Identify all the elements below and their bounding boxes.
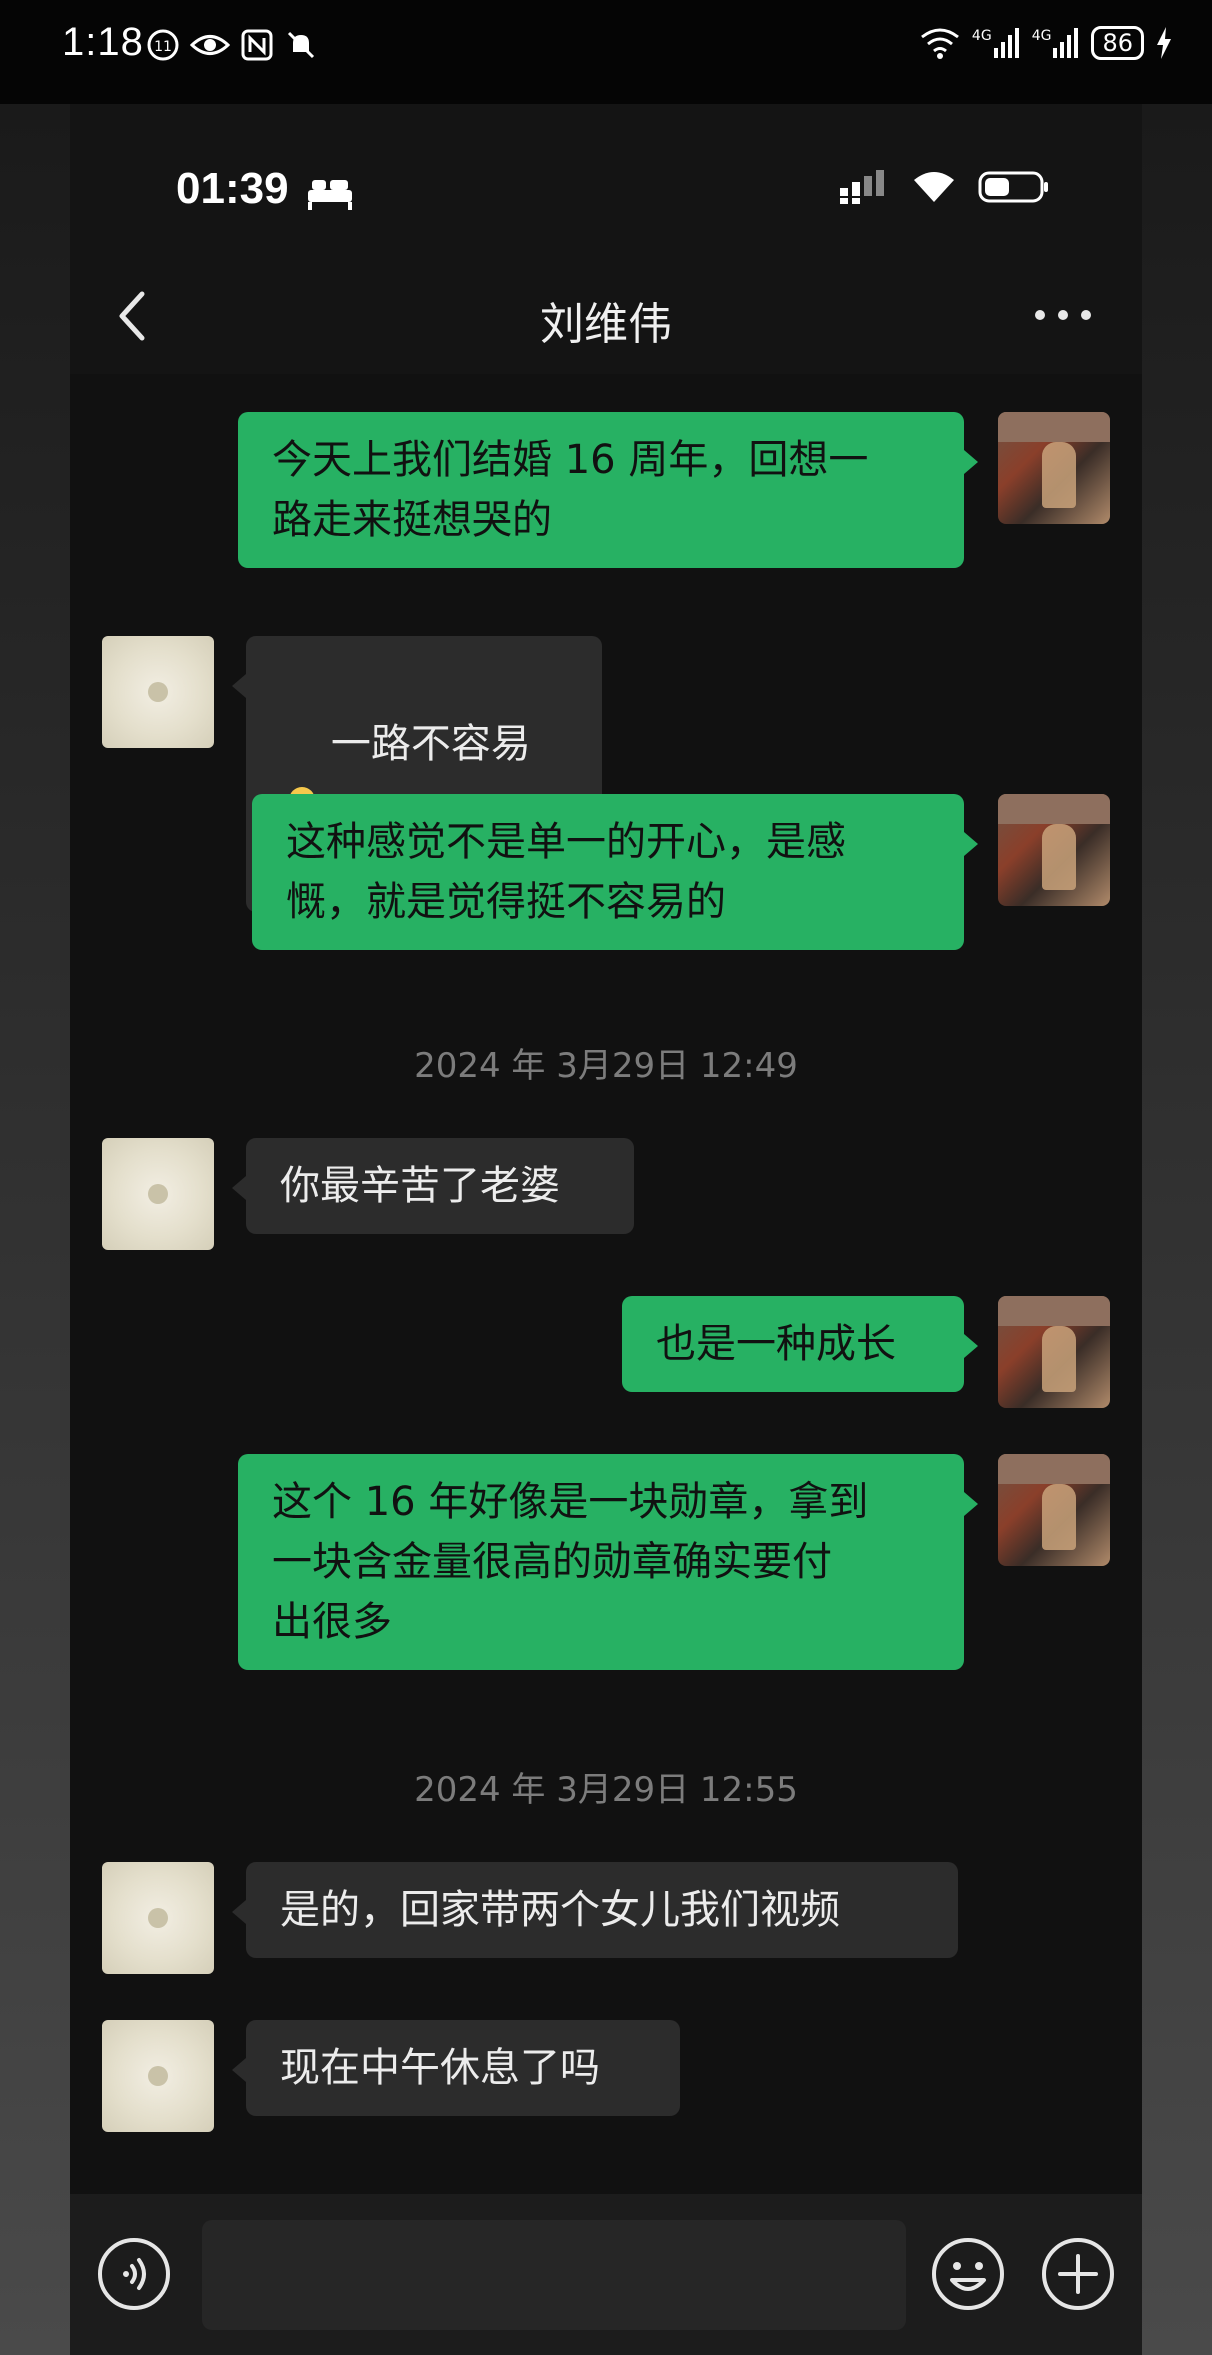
app-notification-icon: 11 [147, 29, 179, 61]
outgoing-message[interactable]: 也是一种成长 [622, 1296, 978, 1392]
notification-icons: 11 [146, 28, 318, 62]
system-indicators: 4G 4G 86 [920, 26, 1172, 60]
emoji-icon[interactable] [930, 2236, 1006, 2312]
signal-bars-icon [1053, 28, 1079, 58]
system-clock: 1:18 [62, 20, 144, 64]
network-type-1: 4G [971, 28, 992, 44]
system-status-bar: 1:18 11 4G 4G 86 [0, 0, 1212, 104]
outgoing-message[interactable]: 这个 16 年好像是一块勋章，拿到 一块含金量很高的勋章确实要付 出很多 [238, 1454, 978, 1670]
timestamp: 2024 年 3月29日 12:55 [414, 1770, 798, 1810]
battery-indicator: 86 [1091, 26, 1144, 60]
contact-avatar[interactable] [102, 2020, 214, 2132]
outgoing-message[interactable]: 今天上我们结婚 16 周年，回想一 路走来挺想哭的 [238, 412, 978, 568]
bed-icon [308, 180, 352, 210]
my-avatar[interactable] [998, 412, 1110, 524]
cell-signal-2: 4G [1032, 28, 1080, 58]
right-backdrop [1142, 104, 1212, 2355]
signal-dots-icon [840, 170, 884, 204]
mute-bell-icon [287, 31, 315, 59]
message-text: 一路不容易 [330, 721, 531, 767]
chat-screen: 01:39 刘维伟 今天上我们结婚 16 周年，回想一 路走来挺想哭的 一路不容… [70, 104, 1142, 2355]
wifi-icon [921, 28, 959, 59]
chat-title: 刘维伟 [540, 299, 672, 350]
my-avatar[interactable] [998, 1454, 1110, 1566]
charging-bolt-icon [1157, 27, 1171, 59]
battery-level: 86 [1102, 29, 1133, 57]
my-avatar[interactable] [998, 1296, 1110, 1408]
incoming-message[interactable]: 现在中午休息了吗 [232, 2020, 680, 2116]
my-avatar[interactable] [998, 794, 1110, 906]
plus-icon[interactable] [1040, 2236, 1116, 2312]
incoming-message[interactable]: 是的，回家带两个女儿我们视频 [232, 1862, 958, 1958]
wifi-icon [914, 172, 954, 202]
battery-icon [978, 171, 1048, 203]
inner-status-bar: 01:39 [70, 104, 1142, 264]
contact-avatar[interactable] [102, 636, 214, 748]
voice-input-icon[interactable] [96, 2236, 172, 2312]
outgoing-message[interactable]: 这种感觉不是单一的开心，是感 慨，就是觉得挺不容易的 [252, 794, 978, 950]
contact-avatar[interactable] [102, 1138, 214, 1250]
network-type-2: 4G [1031, 28, 1052, 44]
signal-bars-icon [993, 28, 1019, 58]
more-options-icon[interactable] [1028, 300, 1098, 330]
cell-signal-1: 4G [972, 28, 1020, 58]
nfc-icon [241, 29, 273, 61]
left-backdrop [0, 104, 70, 2355]
eye-icon [190, 35, 230, 55]
contact-avatar[interactable] [102, 1862, 214, 1974]
inner-indicators [838, 170, 1050, 204]
timestamp: 2024 年 3月29日 12:49 [414, 1046, 798, 1086]
incoming-message[interactable]: 你最辛苦了老婆 [232, 1138, 634, 1234]
svg-text:11: 11 [154, 39, 172, 55]
message-input[interactable] [202, 2220, 906, 2330]
inner-clock: 01:39 [176, 164, 289, 213]
